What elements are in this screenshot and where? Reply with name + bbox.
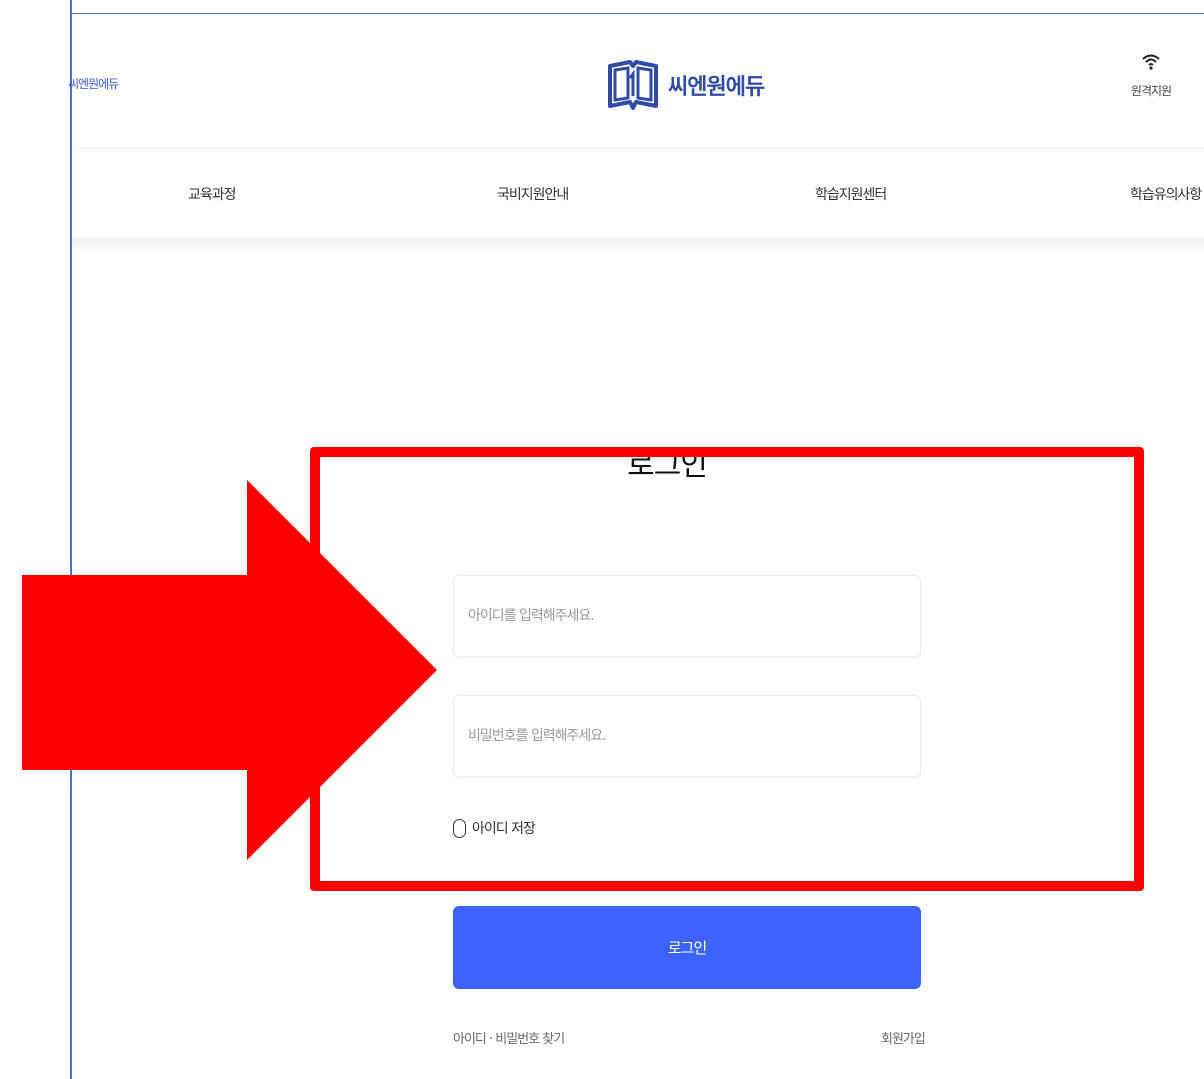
annotation-highlight-box [310, 447, 1144, 891]
save-id-label: 아이디 저장 [472, 821, 536, 837]
remote-support-label: 원격지원 [1130, 84, 1172, 98]
nav-item-funding-info[interactable]: 국비지원안내 [497, 184, 569, 204]
site-logo[interactable]: 씨엔원에듀 [606, 52, 765, 118]
password-input[interactable] [454, 696, 920, 776]
nav-item-learning-notes[interactable]: 학습유의사항 [1130, 184, 1202, 204]
open-book-logo-icon [606, 52, 660, 118]
login-button[interactable]: 로그인 [453, 906, 921, 989]
wifi-icon [1116, 54, 1186, 74]
logo-text: 씨엔원에듀 [668, 75, 765, 100]
top-border-rule [70, 13, 1204, 14]
password-field [453, 695, 921, 777]
id-field [453, 575, 921, 657]
small-brand-link[interactable]: 씨엔원에듀 [68, 75, 119, 92]
nav-shadow [72, 238, 1204, 256]
id-input[interactable] [454, 576, 920, 656]
nav-item-courses[interactable]: 교육과정 [188, 184, 237, 204]
signup-link[interactable]: 회원가입 [881, 1028, 926, 1047]
save-id-row[interactable]: 아이디 저장 [453, 818, 536, 838]
find-id-password-link[interactable]: 아이디 · 비밀번호 찾기 [453, 1028, 565, 1047]
remote-support-button[interactable]: 원격지원 [1116, 54, 1186, 99]
login-title: 로그인 [627, 448, 708, 483]
header-divider [72, 148, 1204, 149]
save-id-checkbox[interactable] [453, 818, 466, 838]
main-nav: 교육과정 국비지원안내 학습지원센터 학습유의사항 [72, 150, 1204, 240]
nav-item-learning-support[interactable]: 학습지원센터 [815, 184, 887, 204]
